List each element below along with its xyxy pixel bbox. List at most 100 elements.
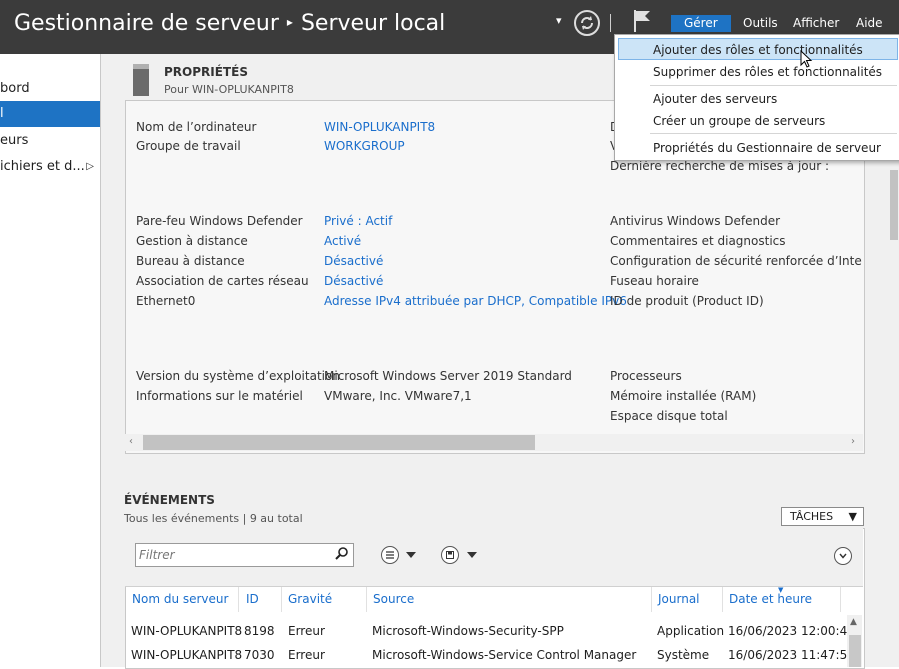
- scroll-left-icon[interactable]: ‹: [129, 436, 133, 447]
- column-divider: [722, 587, 723, 612]
- sidebar-item-file-services[interactable]: ichiers et d... ▷: [0, 154, 100, 180]
- prop-label: Espace disque total: [610, 409, 728, 423]
- expand-collapse-icon[interactable]: [834, 547, 852, 565]
- page-title: Serveur local: [300, 11, 446, 36]
- column-header-server[interactable]: Nom du serveur: [132, 592, 228, 606]
- sidebar-item-label: eurs: [0, 133, 29, 148]
- menu-item-remove-roles[interactable]: Supprimer des rôles et fonctionnalités: [614, 61, 899, 83]
- cell-severity: Erreur: [288, 648, 325, 662]
- prop-label: Version du système d’exploitation: [136, 369, 340, 383]
- filter-placeholder: Filtrer: [139, 548, 175, 562]
- tasks-button[interactable]: TÂCHES ▼: [781, 507, 864, 526]
- cell-datetime: 16/06/2023 12:00:43: [728, 624, 855, 638]
- prop-value-link[interactable]: WORKGROUP: [324, 139, 405, 153]
- menu-item-label: Créer un groupe de serveurs: [653, 114, 826, 128]
- sidebar-item-dashboard[interactable]: bord: [0, 76, 100, 102]
- column-divider: [238, 587, 239, 612]
- scroll-right-icon[interactable]: ›: [851, 436, 855, 447]
- cell-id: 7030: [244, 648, 275, 662]
- sidebar: bord l eurs ichiers et d... ▷: [0, 54, 101, 667]
- column-header-log[interactable]: Journal: [658, 592, 700, 606]
- prop-label: Dernière recherche de mises à jour :: [610, 159, 830, 173]
- menu-manage[interactable]: Gérer: [671, 15, 731, 32]
- column-divider: [651, 587, 652, 612]
- prop-label: Association de cartes réseau: [136, 274, 309, 288]
- breadcrumb: Gestionnaire de serveur ▸ Serveur local: [14, 11, 445, 36]
- prop-value-link[interactable]: Adresse IPv4 attribuée par DHCP, Compati…: [324, 294, 627, 308]
- prop-value-link[interactable]: Activé: [324, 234, 361, 248]
- scroll-up-icon[interactable]: ▲: [850, 617, 857, 627]
- chevron-down-icon[interactable]: [406, 552, 416, 558]
- prop-label: Processeurs: [610, 369, 682, 383]
- prop-label: Nom de l’ordinateur: [136, 120, 257, 134]
- menu-item-label: Propriétés du Gestionnaire de serveur: [653, 141, 881, 155]
- cell-log: Système: [657, 648, 710, 662]
- cell-source: Microsoft-Windows-Service Control Manage…: [372, 648, 637, 662]
- refresh-icon[interactable]: [574, 10, 600, 36]
- menu-item-label: Ajouter des serveurs: [653, 92, 778, 106]
- list-options-icon[interactable]: [381, 546, 399, 564]
- prop-value-link[interactable]: Désactivé: [324, 254, 383, 268]
- cell-severity: Erreur: [288, 624, 325, 638]
- chevron-down-icon[interactable]: [467, 552, 477, 558]
- properties-title: PROPRIÉTÉS: [164, 65, 248, 79]
- prop-label: ID de produit (Product ID): [610, 294, 764, 308]
- cell-log: Application: [657, 624, 725, 638]
- mouse-cursor-icon: [800, 49, 814, 73]
- column-header-source[interactable]: Source: [373, 592, 414, 606]
- cell-server: WIN-OPLUKANPIT8: [131, 648, 243, 662]
- column-header-datetime[interactable]: Date et heure: [729, 592, 812, 606]
- search-icon[interactable]: [335, 546, 349, 563]
- save-query-icon[interactable]: [441, 546, 459, 564]
- refresh-dropdown-icon[interactable]: ▾: [556, 14, 562, 27]
- menu-item-label: Ajouter des rôles et fonctionnalités: [653, 43, 863, 57]
- column-divider: [366, 587, 367, 612]
- menu-item-add-servers[interactable]: Ajouter des serveurs: [614, 88, 899, 110]
- column-divider: [281, 587, 282, 612]
- prop-label: Commentaires et diagnostics: [610, 234, 786, 248]
- column-header-severity[interactable]: Gravité: [288, 592, 332, 606]
- cell-id: 8198: [244, 624, 275, 638]
- menu-tools[interactable]: Outils: [743, 16, 778, 30]
- column-header-id[interactable]: ID: [246, 592, 259, 606]
- prop-label: Ethernet0: [136, 294, 196, 308]
- cell-datetime: 16/06/2023 11:47:59: [728, 648, 855, 662]
- cell-source: Microsoft-Windows-Security-SPP: [372, 624, 564, 638]
- sidebar-item-label: ichiers et d...: [0, 159, 85, 174]
- menu-view[interactable]: Afficher: [793, 16, 839, 30]
- prop-label: Groupe de travail: [136, 139, 241, 153]
- server-tile-icon: [133, 64, 149, 96]
- column-divider: [840, 587, 841, 612]
- menu-divider: [650, 133, 897, 134]
- properties-subtitle: Pour WIN-OPLUKANPIT8: [164, 83, 294, 96]
- scroll-thumb[interactable]: [143, 435, 535, 450]
- sidebar-item-all-servers[interactable]: eurs: [0, 128, 100, 154]
- sort-descending-icon: ▼: [778, 586, 784, 594]
- prop-value-link[interactable]: WIN-OPLUKANPIT8: [324, 120, 435, 134]
- tasks-label: TÂCHES: [790, 510, 834, 523]
- sidebar-item-label: bord: [0, 81, 30, 96]
- chevron-down-icon: ▼: [848, 510, 857, 523]
- prop-label: Pare-feu Windows Defender: [136, 214, 303, 228]
- menu-divider: [650, 85, 897, 86]
- sidebar-item-label: l: [0, 106, 4, 121]
- events-title: ÉVÉNEMENTS: [124, 493, 215, 507]
- expand-arrow-icon[interactable]: ▷: [86, 154, 94, 180]
- prop-label: Gestion à distance: [136, 234, 248, 248]
- menu-item-add-roles[interactable]: Ajouter des rôles et fonctionnalités: [618, 38, 898, 60]
- menu-item-server-manager-properties[interactable]: Propriétés du Gestionnaire de serveur: [614, 137, 899, 159]
- events-subtitle: Tous les événements | 9 au total: [124, 512, 303, 525]
- prop-label: Informations sur le matériel: [136, 389, 303, 403]
- cell-server: WIN-OPLUKANPIT8: [131, 624, 243, 638]
- prop-value-link[interactable]: Privé : Actif: [324, 214, 392, 228]
- menu-item-create-server-group[interactable]: Créer un groupe de serveurs: [614, 110, 899, 132]
- scroll-thumb[interactable]: [849, 635, 861, 667]
- breadcrumb-separator-icon: ▸: [286, 15, 293, 29]
- sidebar-item-local-server[interactable]: l: [0, 101, 100, 127]
- prop-label: Mémoire installée (RAM): [610, 389, 757, 403]
- scroll-thumb[interactable]: [890, 170, 898, 240]
- menu-help[interactable]: Aide: [856, 16, 883, 30]
- prop-value-link[interactable]: Désactivé: [324, 274, 383, 288]
- prop-value: VMware, Inc. VMware7,1: [324, 389, 472, 403]
- notifications-flag-icon[interactable]: [632, 8, 652, 37]
